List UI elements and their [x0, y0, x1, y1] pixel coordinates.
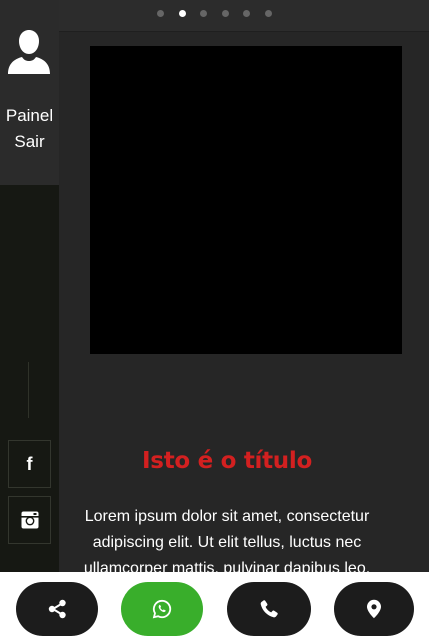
location-button[interactable] [334, 582, 414, 636]
carousel-dot[interactable] [157, 10, 164, 17]
carousel-dot[interactable] [265, 10, 272, 17]
phone-icon [260, 600, 278, 618]
carousel-dot[interactable] [221, 10, 229, 17]
featured-image [90, 46, 402, 354]
carousel-dot[interactable] [243, 10, 251, 17]
share-icon [48, 599, 66, 619]
carousel-dot[interactable] [178, 10, 186, 17]
body-text: Lorem ipsum dolor sit amet, consectetur … [83, 508, 371, 577]
whatsapp-button[interactable] [121, 582, 203, 636]
phone-button[interactable] [227, 582, 311, 636]
painel-link[interactable]: Painel [0, 106, 59, 126]
share-button[interactable] [16, 582, 98, 636]
sidebar-user-panel: Painel Sair [0, 0, 59, 185]
carousel-header [59, 0, 429, 32]
facebook-icon: f [26, 454, 33, 474]
facebook-button[interactable]: f [8, 440, 51, 488]
bottom-action-bar [0, 572, 429, 643]
sair-link[interactable]: Sair [0, 132, 59, 152]
location-icon [367, 599, 381, 619]
whatsapp-icon [152, 599, 172, 619]
sidebar-divider [28, 362, 29, 418]
app-root: Painel Sair f Isto é o título Lorem ipsu… [0, 0, 429, 643]
sidebar: Painel Sair f [0, 0, 59, 643]
user-icon [8, 30, 50, 74]
instagram-icon [21, 511, 38, 529]
main-content: Isto é o título Lorem ipsum dolor sit am… [59, 0, 429, 643]
page-title: Isto é o título [142, 448, 312, 474]
carousel-dots [59, 10, 429, 18]
carousel-dot[interactable] [200, 10, 208, 17]
instagram-button[interactable] [8, 496, 51, 544]
